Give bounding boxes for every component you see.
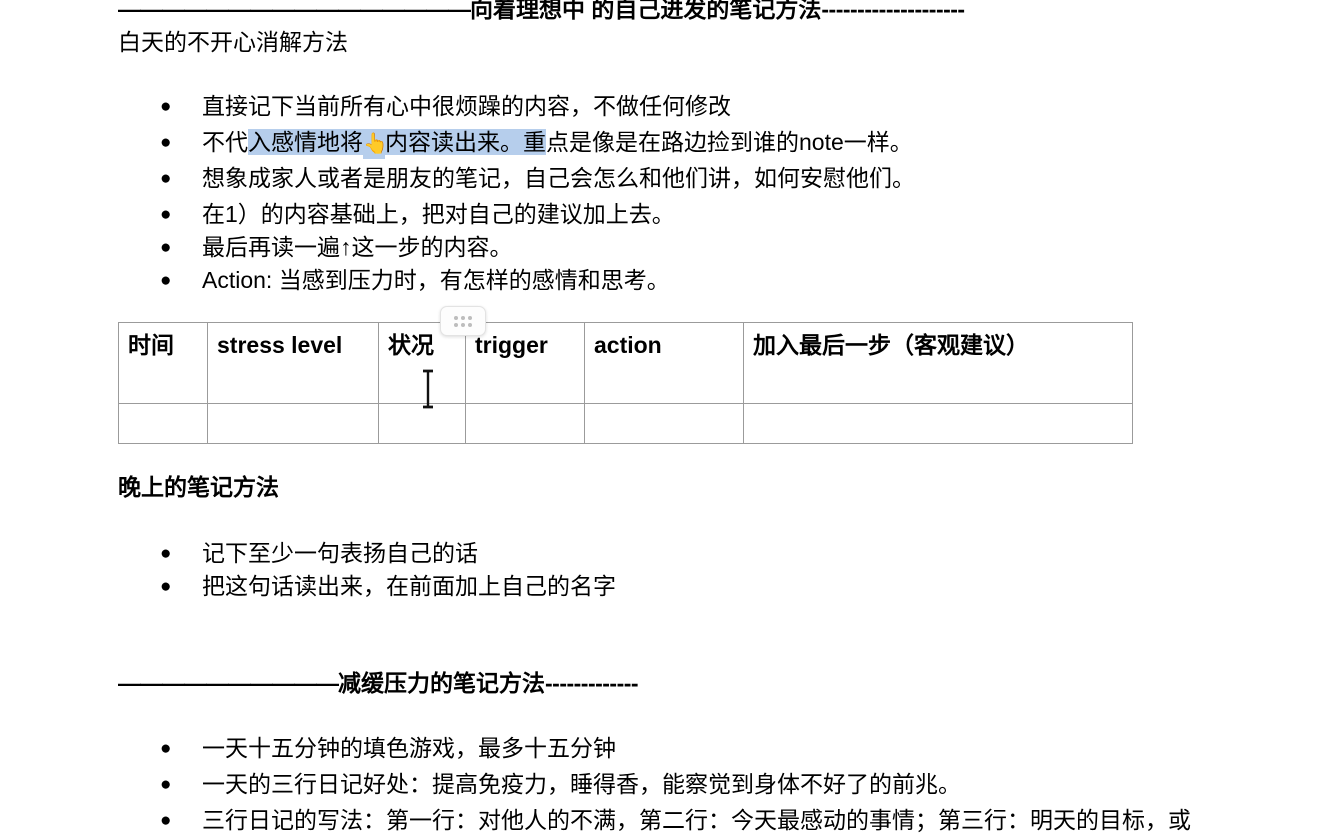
list-item-label: 一天十五分钟的填色游戏，最多十五分钟 xyxy=(202,735,616,761)
table-cell-trigger[interactable] xyxy=(465,403,585,444)
list-item-label: 在1）的内容基础上，把对自己的建议加上去。 xyxy=(202,201,675,227)
bullet-marker: ● xyxy=(160,168,172,189)
list-item: ● 直接记下当前所有心中很烦躁的内容，不做任何修改 xyxy=(160,91,731,123)
list-item-label: 三行日记的写法：第一行：对他人的不满，第二行：今天最感动的事情；第三行：明天的目… xyxy=(202,807,1191,833)
selected-text-run: 入感情地将 xyxy=(248,129,363,155)
list-item-label: 记下至少一句表扬自己的话 xyxy=(202,540,478,566)
bullet-marker: ● xyxy=(160,237,172,258)
heading-title: 向着理想中 的自己进发的笔记方法 xyxy=(470,0,822,22)
heading-lead-rule: ———————————————— xyxy=(118,0,471,22)
section-title-daytime: 白天的不开心消解方法 xyxy=(118,29,348,55)
list-item: ● 三行日记的写法：第一行：对他人的不满，第二行：今天最感动的事情；第三行：明天的… xyxy=(160,805,1191,837)
list-item: ● 不代入感情地将👆内容读出来。重点是像是在路边捡到谁的note一样。 xyxy=(160,127,913,159)
document-canvas: ————————————————向着理想中 的自己进发的笔记方法--------… xyxy=(0,0,1344,840)
top-section-heading: ————————————————向着理想中 的自己进发的笔记方法--------… xyxy=(118,0,965,24)
list-item: ● 一天十五分钟的填色游戏，最多十五分钟 xyxy=(160,733,616,765)
heading-trail-rule: -------------------- xyxy=(821,0,965,22)
list-item: ● 最后再读一遍↑这一步的内容。 xyxy=(160,232,513,264)
bullet-marker: ● xyxy=(160,774,172,795)
table-cell-stress-level[interactable] xyxy=(207,403,379,444)
list-item-label: 一天的三行日记好处：提高免疫力，睡得香，能察觉到身体不好了的前兆。 xyxy=(202,771,961,797)
section-heading-stress-relief: ——————————减缓压力的笔记方法------------- xyxy=(118,668,639,698)
list-item: ● 在1）的内容基础上，把对自己的建议加上去。 xyxy=(160,199,675,231)
list-item-label: 最后再读一遍↑这一步的内容。 xyxy=(202,234,513,260)
list-item-label: 想象成家人或者是朋友的笔记，自己会怎么和他们讲，如何安慰他们。 xyxy=(202,165,915,191)
bullet-marker: ● xyxy=(160,204,172,225)
table-header-cell-action[interactable]: action xyxy=(584,322,744,404)
text-run-plain: 不代 xyxy=(202,129,248,155)
stress-log-table[interactable]: 时间 stress level 状况 trigger action 加入最后一步… xyxy=(118,322,1133,444)
table-cell-status[interactable] xyxy=(378,403,466,444)
table-header-cell-trigger[interactable]: trigger xyxy=(465,322,585,404)
bullet-marker: ● xyxy=(160,738,172,759)
list-item-label: 不代入感情地将👆内容读出来。重点是像是在路边捡到谁的note一样。 xyxy=(202,127,913,159)
section-title-evening: 晚上的笔记方法 xyxy=(118,474,279,500)
list-item-label: Action: 当感到压力时，有怎样的感情和思考。 xyxy=(202,267,670,293)
text-run-plain-2: 点是像是在路边捡到谁的note一样。 xyxy=(546,129,913,155)
table-cell-final-step[interactable] xyxy=(743,403,1133,444)
bullet-marker: ● xyxy=(160,96,172,117)
list-item: ● 一天的三行日记好处：提高免疫力，睡得香，能察觉到身体不好了的前兆。 xyxy=(160,769,961,801)
table-row xyxy=(118,403,1133,444)
bullet-marker: ● xyxy=(160,810,172,831)
list-item: ● Action: 当感到压力时，有怎样的感情和思考。 xyxy=(160,265,670,297)
bullet-marker: ● xyxy=(160,543,172,564)
table-cell-action[interactable] xyxy=(584,403,744,444)
list-item: ● 把这句话读出来，在前面加上自己的名字 xyxy=(160,571,616,603)
grip-dots-icon xyxy=(454,315,472,327)
heading-title: 减缓压力的笔记方法 xyxy=(338,670,545,696)
table-drag-handle-icon[interactable] xyxy=(440,306,486,336)
table-header-cell-stress-level[interactable]: stress level xyxy=(207,322,379,404)
bullet-marker: ● xyxy=(160,132,172,153)
text-ibeam-cursor xyxy=(420,369,436,409)
list-item: ● 想象成家人或者是朋友的笔记，自己会怎么和他们讲，如何安慰他们。 xyxy=(160,163,915,195)
list-item-label: 把这句话读出来，在前面加上自己的名字 xyxy=(202,573,616,599)
bullet-marker: ● xyxy=(160,270,172,291)
heading-trail-rule: ------------- xyxy=(545,670,639,696)
bullet-marker: ● xyxy=(160,576,172,597)
table-cell-time[interactable] xyxy=(118,403,208,444)
pointing-hand-icon: 👆 xyxy=(363,129,388,159)
heading-lead-rule: —————————— xyxy=(118,670,339,696)
table-header-cell-final-step[interactable]: 加入最后一步（客观建议） xyxy=(743,322,1133,404)
table-header-cell-time[interactable]: 时间 xyxy=(118,322,208,404)
list-item: ● 记下至少一句表扬自己的话 xyxy=(160,538,478,570)
table-header-row: 时间 stress level 状况 trigger action 加入最后一步… xyxy=(118,322,1133,404)
list-item-label: 直接记下当前所有心中很烦躁的内容，不做任何修改 xyxy=(202,93,731,119)
selected-text-run-2: 内容读出来。重 xyxy=(385,129,546,155)
